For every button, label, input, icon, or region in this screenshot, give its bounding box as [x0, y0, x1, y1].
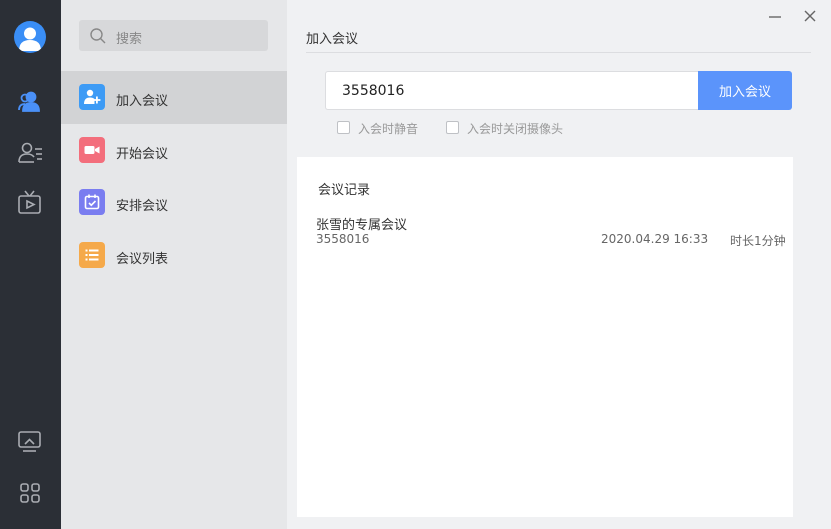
nav-item-start-meeting[interactable]: 开始会议	[61, 124, 287, 177]
close-icon[interactable]	[800, 6, 820, 26]
contacts-list-icon[interactable]	[16, 139, 44, 167]
schedule-meeting-icon	[79, 189, 105, 215]
join-meeting-button[interactable]: 加入会议	[698, 71, 792, 110]
join-meeting-icon	[79, 84, 105, 110]
camera-off-label: 入会时关闭摄像头	[467, 122, 564, 136]
search-placeholder: 搜索	[116, 32, 143, 47]
mute-on-join-label: 入会时静音	[358, 122, 419, 136]
search-icon	[90, 28, 106, 44]
mute-on-join-checkbox[interactable]	[337, 121, 350, 134]
page-title: 加入会议	[306, 32, 359, 47]
meeting-list-icon	[79, 242, 105, 268]
nav-item-label: 开始会议	[116, 147, 169, 162]
nav-item-label: 加入会议	[116, 94, 169, 109]
search-input[interactable]: 搜索	[79, 20, 268, 51]
screen-share-icon[interactable]	[16, 427, 44, 455]
record-duration: 时长1分钟	[730, 234, 786, 248]
record-row[interactable]: 张雪的专属会议 3558016 2020.04.29 16:33 时长1分钟	[297, 209, 793, 249]
camera-off-checkbox[interactable]	[446, 121, 459, 134]
nav-item-schedule-meeting[interactable]: 安排会议	[61, 176, 287, 229]
start-meeting-icon	[79, 137, 105, 163]
meeting-menu-panel: 搜索 加入会议 开始会议 安排会议 会议列表	[61, 0, 287, 529]
records-title: 会议记录	[318, 183, 371, 198]
nav-item-join-meeting[interactable]: 加入会议	[61, 71, 287, 124]
meeting-code-input[interactable]	[325, 71, 698, 110]
nav-item-label: 安排会议	[116, 199, 169, 214]
meeting-records-panel: 会议记录 张雪的专属会议 3558016 2020.04.29 16:33 时长…	[297, 157, 793, 517]
contacts-group-icon[interactable]	[16, 88, 44, 116]
apps-grid-icon[interactable]	[16, 479, 44, 507]
minimize-icon[interactable]	[765, 6, 785, 26]
icon-rail	[0, 0, 61, 529]
record-code: 3558016	[316, 232, 370, 246]
record-name: 张雪的专属会议	[316, 218, 408, 233]
nav-item-meeting-list[interactable]: 会议列表	[61, 229, 287, 282]
title-divider	[306, 52, 811, 53]
tv-play-icon[interactable]	[16, 189, 44, 217]
record-time: 2020.04.29 16:33	[601, 232, 709, 246]
nav-item-label: 会议列表	[116, 252, 169, 267]
main-content: 加入会议 加入会议 入会时静音 入会时关闭摄像头 会议记录 张雪的专属会议 35…	[287, 0, 831, 529]
avatar[interactable]	[14, 21, 46, 53]
